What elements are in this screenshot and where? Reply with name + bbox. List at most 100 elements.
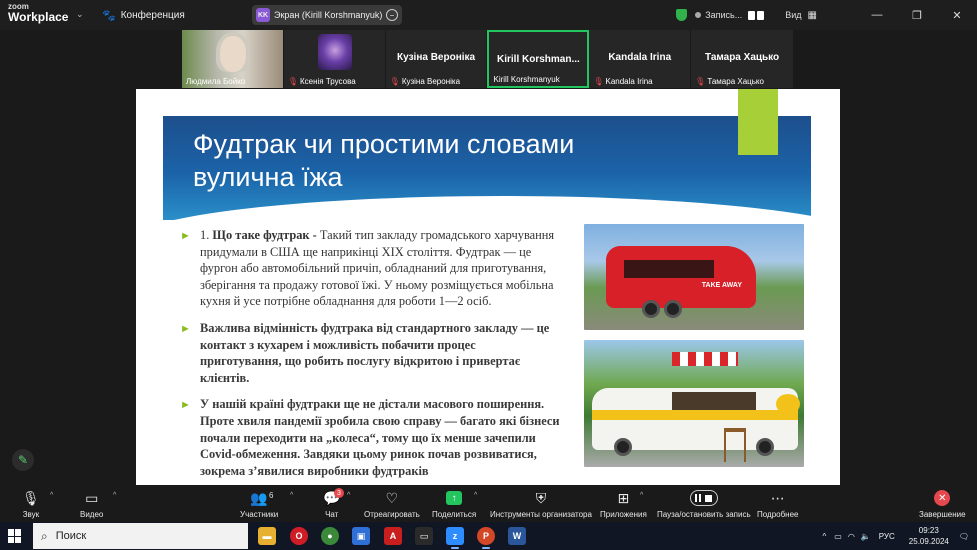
shield-icon: ⛨ [535,489,547,506]
meeting-toolbar: 🎙 Звук ^ ▭ Видео ^ 👥 Участники 6 ^ 💬 Чат… [0,486,977,522]
participant-caption: 🎙 Kandala Irina [593,77,653,86]
file-explorer-icon[interactable]: ▬ [258,527,276,545]
paw-icon: 🐾 [102,10,116,22]
clock-time: 09:23 [918,526,939,535]
people-icon: 👥 [250,489,268,506]
react-button[interactable]: ♡ Отреагировать [364,489,420,520]
mic-muted-icon: 🎙 [287,77,298,86]
close-icon[interactable]: ✕ [937,9,977,22]
audio-button[interactable]: 🎙 Звук [22,489,40,520]
opera-icon[interactable]: O [290,527,308,545]
participants-count: 6 [269,491,274,500]
recording-label: Запись... [705,10,743,20]
participant-caption: 🎙 Тамара Хацько [695,77,764,86]
participant-caption: Людмила Бойко [186,77,246,86]
record-dot-icon [695,12,702,18]
screen-share-label: Экран (Kirill Korshmanyuk) [274,10,383,20]
view-button[interactable]: Вид [785,10,801,20]
chevron-up-icon[interactable]: ^ [113,492,116,499]
photo-white-food-van [584,340,804,467]
end-meeting-button[interactable]: ✕ Завершение [919,489,966,519]
participant-tile[interactable]: Кузіна Вероніка 🎙 Кузіна Вероніка [385,30,488,88]
terminal-icon[interactable]: ▭ [415,527,433,545]
security-shield-icon[interactable] [676,9,688,21]
bullet-item: ► У нашій країні фудтраки ще не дістали … [180,397,560,478]
chevron-up-icon[interactable]: ^ [290,492,293,499]
share-button[interactable]: ↑ Поделиться [432,489,476,519]
pause-stop-recording-button[interactable]: Пауза/остановить запись [657,489,751,519]
store-icon[interactable]: ▣ [352,527,370,545]
taskbar-clock[interactable]: 09:23 25.09.2024 [909,525,949,547]
search-icon: ⌕ [41,528,48,543]
restore-icon[interactable]: ❐ [897,9,937,22]
chevron-up-icon[interactable]: ^ [822,532,826,541]
photo-red-food-truck: TAKE AWAY [584,224,804,330]
taskbar-search-input[interactable]: ⌕ Поиск [33,523,248,549]
participant-tile[interactable]: 🎙 Ксенія Трусова [283,30,386,88]
search-placeholder: Поиск [55,530,87,542]
participant-tile-active-speaker[interactable]: Kirill Korshman... Kirill Korshmanyuk [487,30,590,88]
arrow-bullet-icon: ► [180,399,191,412]
arrow-bullet-icon: ► [180,230,191,242]
video-button[interactable]: ▭ Видео [80,489,103,520]
mic-muted-icon: 🎙 [389,77,400,86]
camera-icon: ▭ [85,489,99,506]
chevron-down-icon[interactable]: ⌄ [76,9,84,20]
participant-tile[interactable]: Людмила Бойко [182,30,284,88]
word-icon[interactable]: W [508,527,526,545]
close-x-icon: ✕ [934,490,951,506]
host-tools-button[interactable]: ⛨ Инструменты организатора [490,489,592,520]
zoom-window: zoom Workplace ⌄ 🐾 Конференция KK Экран … [0,0,977,550]
mic-muted-icon: 🎙 [593,77,604,86]
network-icon[interactable]: ▭ [834,532,842,541]
participant-tile[interactable]: Тамара Хацько 🎙 Тамара Хацько [691,30,793,88]
arrow-bullet-icon: ► [180,322,191,335]
notifications-icon[interactable]: 🗨 [959,532,969,541]
clock-date: 25.09.2024 [908,537,949,546]
share-arrow-icon: ↑ [446,491,463,505]
zoom-taskbar-icon[interactable]: z [446,527,464,549]
minus-icon[interactable]: − [386,9,398,21]
title-bar: zoom Workplace ⌄ 🐾 Конференция KK Экран … [0,0,977,30]
chat-badge: 3 [334,488,344,498]
more-button[interactable]: ⋯ Подробнее [757,489,799,520]
zoom-logo[interactable]: zoom Workplace [8,3,69,24]
windows-start-icon[interactable] [8,529,22,543]
slide-decor-tab [738,89,778,155]
participant-name: Kirill Korshman... [497,54,580,65]
conference-label: Конференция [120,10,185,21]
participant-caption: Kirill Korshmanyuk [493,75,560,84]
participant-tile[interactable]: Kandala Irina 🎙 Kandala Irina [589,30,692,88]
powerpoint-icon[interactable]: P [477,527,495,549]
wifi-icon[interactable]: ◠ [848,532,855,541]
microphone-icon: 🎙 [22,489,40,506]
speaker-icon[interactable]: 🔈 [861,532,871,541]
chevron-up-icon[interactable]: ^ [640,492,643,499]
pause-recording-icon[interactable] [748,10,765,20]
slide-title: Фудтрак чи простими словами вулична їжа [193,129,575,192]
bullet-item: ► Важлива відмінність фудтрака від станд… [180,320,550,385]
shared-screen-slide: Фудтрак чи простими словами вулична їжа … [136,89,840,485]
participant-name: Кузіна Вероніка [397,52,476,63]
participant-strip: Людмила Бойко 🎙 Ксенія Трусова Кузіна Вер… [182,30,793,88]
annotate-pen-icon[interactable]: ✎ [12,449,34,471]
slide-title-banner: Фудтрак чи простими словами вулична їжа [163,116,811,220]
logo-line2: Workplace [8,10,69,24]
chevron-up-icon[interactable]: ^ [474,492,477,499]
system-tray: ^ ▭ ◠ 🔈 РУС 09:23 25.09.2024 🗨 [822,522,977,550]
windows-taskbar: ⌕ Поиск ▬ O ● ▣ A ▭ z P W ^ ▭ ◠ 🔈 РУС 09… [0,522,977,550]
screen-share-pill[interactable]: KK Экран (Kirill Korshmanyuk) − [252,5,402,25]
chrome-icon[interactable]: ● [321,527,339,545]
conference-info-button[interactable]: 🐾 Конференция [102,9,185,22]
minimize-icon[interactable]: — [857,9,897,21]
chevron-up-icon[interactable]: ^ [50,492,53,499]
bullet-item: ► 1. Що таке фудтрак - Такий тип закладу… [180,228,555,309]
grid-view-icon[interactable]: ▦ [808,10,817,21]
chevron-up-icon[interactable]: ^ [347,492,350,499]
acrobat-icon[interactable]: A [384,527,402,545]
language-indicator[interactable]: РУС [879,532,895,541]
apps-grid-icon: ⊞ [617,489,630,506]
more-dots-icon: ⋯ [770,489,785,506]
participant-caption: 🎙 Ксенія Трусова [287,77,356,86]
titlebar-right: Запись... Вид ▦ — ❐ ✕ [676,0,977,30]
